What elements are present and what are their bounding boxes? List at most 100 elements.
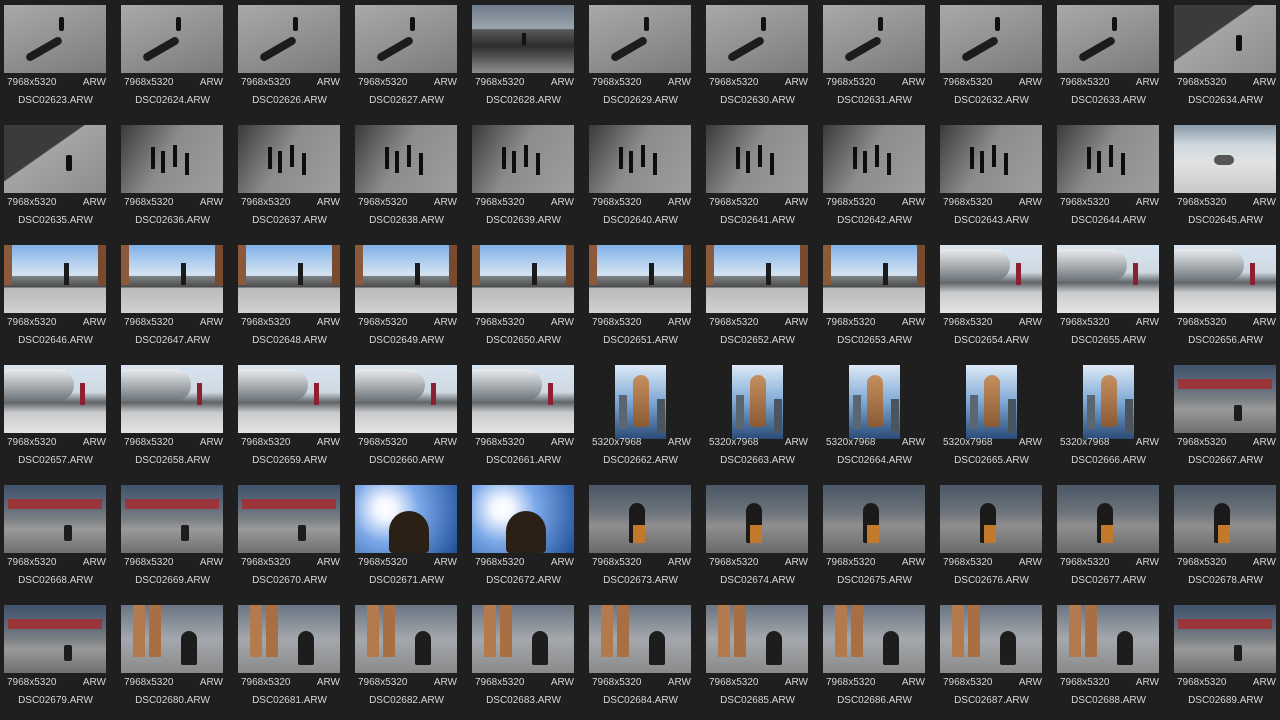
- photo-thumbnail[interactable]: [1082, 365, 1134, 439]
- thumbnail-item[interactable]: 7968x5320 ARW DSC02643.ARW: [936, 120, 1053, 240]
- photo-thumbnail[interactable]: [848, 365, 900, 439]
- thumbnail-item[interactable]: 7968x5320 ARW DSC02657.ARW: [0, 360, 117, 480]
- thumbnail-item[interactable]: 7968x5320 ARW DSC02633.ARW: [1053, 0, 1170, 120]
- photo-thumbnail[interactable]: [1057, 5, 1159, 73]
- thumbnail-item[interactable]: 7968x5320 ARW DSC02626.ARW: [234, 0, 351, 120]
- photo-thumbnail[interactable]: [706, 245, 808, 313]
- photo-thumbnail[interactable]: [731, 365, 783, 439]
- thumbnail-item[interactable]: 7968x5320 ARW DSC02646.ARW: [0, 240, 117, 360]
- photo-thumbnail[interactable]: [238, 365, 340, 433]
- photo-thumbnail[interactable]: [238, 485, 340, 553]
- photo-thumbnail[interactable]: [355, 365, 457, 433]
- photo-thumbnail[interactable]: [1174, 485, 1276, 553]
- thumbnail-item[interactable]: 7968x5320 ARW DSC02636.ARW: [117, 120, 234, 240]
- photo-thumbnail[interactable]: [1174, 5, 1276, 73]
- thumbnail-item[interactable]: 7968x5320 ARW DSC02675.ARW: [819, 480, 936, 600]
- thumbnail-item[interactable]: 7968x5320 ARW DSC02688.ARW: [1053, 600, 1170, 720]
- photo-thumbnail[interactable]: [355, 485, 457, 553]
- photo-thumbnail[interactable]: [4, 245, 106, 313]
- thumbnail-item[interactable]: 7968x5320 ARW DSC02668.ARW: [0, 480, 117, 600]
- photo-thumbnail[interactable]: [121, 605, 223, 673]
- photo-thumbnail[interactable]: [4, 605, 106, 673]
- thumbnail-item[interactable]: 7968x5320 ARW DSC02655.ARW: [1053, 240, 1170, 360]
- photo-thumbnail[interactable]: [472, 365, 574, 433]
- thumbnail-item[interactable]: 7968x5320 ARW DSC02631.ARW: [819, 0, 936, 120]
- thumbnail-item[interactable]: 7968x5320 ARW DSC02689.ARW: [1170, 600, 1280, 720]
- thumbnail-item[interactable]: 7968x5320 ARW DSC02647.ARW: [117, 240, 234, 360]
- thumbnail-item[interactable]: 7968x5320 ARW DSC02661.ARW: [468, 360, 585, 480]
- photo-thumbnail[interactable]: [238, 5, 340, 73]
- thumbnail-item[interactable]: 7968x5320 ARW DSC02630.ARW: [702, 0, 819, 120]
- thumbnail-item[interactable]: 7968x5320 ARW DSC02671.ARW: [351, 480, 468, 600]
- photo-thumbnail[interactable]: [1057, 605, 1159, 673]
- photo-thumbnail[interactable]: [940, 5, 1042, 73]
- photo-thumbnail[interactable]: [472, 5, 574, 73]
- photo-thumbnail[interactable]: [589, 125, 691, 193]
- thumbnail-item[interactable]: 7968x5320 ARW DSC02628.ARW: [468, 0, 585, 120]
- thumbnail-item[interactable]: 7968x5320 ARW DSC02679.ARW: [0, 600, 117, 720]
- thumbnail-item[interactable]: 7968x5320 ARW DSC02645.ARW: [1170, 120, 1280, 240]
- thumbnail-item[interactable]: 7968x5320 ARW DSC02686.ARW: [819, 600, 936, 720]
- photo-thumbnail[interactable]: [238, 245, 340, 313]
- photo-thumbnail[interactable]: [706, 125, 808, 193]
- photo-thumbnail[interactable]: [472, 125, 574, 193]
- photo-thumbnail[interactable]: [355, 5, 457, 73]
- thumbnail-item[interactable]: 7968x5320 ARW DSC02669.ARW: [117, 480, 234, 600]
- photo-thumbnail[interactable]: [355, 605, 457, 673]
- photo-thumbnail[interactable]: [940, 125, 1042, 193]
- photo-thumbnail[interactable]: [121, 365, 223, 433]
- thumbnail-item[interactable]: 7968x5320 ARW DSC02623.ARW: [0, 0, 117, 120]
- thumbnail-item[interactable]: 7968x5320 ARW DSC02637.ARW: [234, 120, 351, 240]
- thumbnail-item[interactable]: 5320x7968 ARW DSC02666.ARW: [1053, 360, 1170, 480]
- thumbnail-item[interactable]: 7968x5320 ARW DSC02638.ARW: [351, 120, 468, 240]
- photo-thumbnail[interactable]: [706, 605, 808, 673]
- photo-thumbnail[interactable]: [940, 605, 1042, 673]
- thumbnail-item[interactable]: 7968x5320 ARW DSC02641.ARW: [702, 120, 819, 240]
- thumbnail-item[interactable]: 5320x7968 ARW DSC02663.ARW: [702, 360, 819, 480]
- thumbnail-item[interactable]: 7968x5320 ARW DSC02660.ARW: [351, 360, 468, 480]
- photo-thumbnail[interactable]: [1057, 125, 1159, 193]
- photo-thumbnail[interactable]: [121, 485, 223, 553]
- photo-thumbnail[interactable]: [1057, 245, 1159, 313]
- photo-thumbnail[interactable]: [589, 605, 691, 673]
- thumbnail-item[interactable]: 7968x5320 ARW DSC02644.ARW: [1053, 120, 1170, 240]
- thumbnail-item[interactable]: 7968x5320 ARW DSC02687.ARW: [936, 600, 1053, 720]
- thumbnail-item[interactable]: 7968x5320 ARW DSC02627.ARW: [351, 0, 468, 120]
- photo-thumbnail[interactable]: [121, 125, 223, 193]
- thumbnail-item[interactable]: 7968x5320 ARW DSC02632.ARW: [936, 0, 1053, 120]
- photo-thumbnail[interactable]: [1174, 605, 1276, 673]
- thumbnail-item[interactable]: 7968x5320 ARW DSC02680.ARW: [117, 600, 234, 720]
- thumbnail-item[interactable]: 7968x5320 ARW DSC02678.ARW: [1170, 480, 1280, 600]
- photo-thumbnail[interactable]: [121, 5, 223, 73]
- thumbnail-item[interactable]: 7968x5320 ARW DSC02685.ARW: [702, 600, 819, 720]
- thumbnail-item[interactable]: 7968x5320 ARW DSC02658.ARW: [117, 360, 234, 480]
- photo-thumbnail[interactable]: [965, 365, 1017, 439]
- photo-thumbnail[interactable]: [823, 485, 925, 553]
- thumbnail-item[interactable]: 7968x5320 ARW DSC02667.ARW: [1170, 360, 1280, 480]
- photo-thumbnail[interactable]: [472, 605, 574, 673]
- photo-thumbnail[interactable]: [589, 245, 691, 313]
- thumbnail-item[interactable]: 7968x5320 ARW DSC02659.ARW: [234, 360, 351, 480]
- photo-thumbnail[interactable]: [823, 245, 925, 313]
- thumbnail-item[interactable]: 5320x7968 ARW DSC02662.ARW: [585, 360, 702, 480]
- thumbnail-item[interactable]: 7968x5320 ARW DSC02672.ARW: [468, 480, 585, 600]
- photo-thumbnail[interactable]: [4, 365, 106, 433]
- thumbnail-item[interactable]: 7968x5320 ARW DSC02624.ARW: [117, 0, 234, 120]
- photo-thumbnail[interactable]: [706, 5, 808, 73]
- thumbnail-item[interactable]: 7968x5320 ARW DSC02654.ARW: [936, 240, 1053, 360]
- photo-thumbnail[interactable]: [355, 125, 457, 193]
- thumbnail-item[interactable]: 7968x5320 ARW DSC02676.ARW: [936, 480, 1053, 600]
- photo-thumbnail[interactable]: [589, 5, 691, 73]
- thumbnail-item[interactable]: 7968x5320 ARW DSC02629.ARW: [585, 0, 702, 120]
- thumbnail-item[interactable]: 7968x5320 ARW DSC02681.ARW: [234, 600, 351, 720]
- thumbnail-item[interactable]: 7968x5320 ARW DSC02649.ARW: [351, 240, 468, 360]
- thumbnail-item[interactable]: 7968x5320 ARW DSC02684.ARW: [585, 600, 702, 720]
- thumbnail-item[interactable]: 7968x5320 ARW DSC02634.ARW: [1170, 0, 1280, 120]
- thumbnail-item[interactable]: 7968x5320 ARW DSC02656.ARW: [1170, 240, 1280, 360]
- photo-thumbnail[interactable]: [4, 125, 106, 193]
- photo-thumbnail[interactable]: [238, 125, 340, 193]
- thumbnail-item[interactable]: 7968x5320 ARW DSC02648.ARW: [234, 240, 351, 360]
- thumbnail-item[interactable]: 7968x5320 ARW DSC02683.ARW: [468, 600, 585, 720]
- photo-thumbnail[interactable]: [472, 245, 574, 313]
- thumbnail-item[interactable]: 7968x5320 ARW DSC02670.ARW: [234, 480, 351, 600]
